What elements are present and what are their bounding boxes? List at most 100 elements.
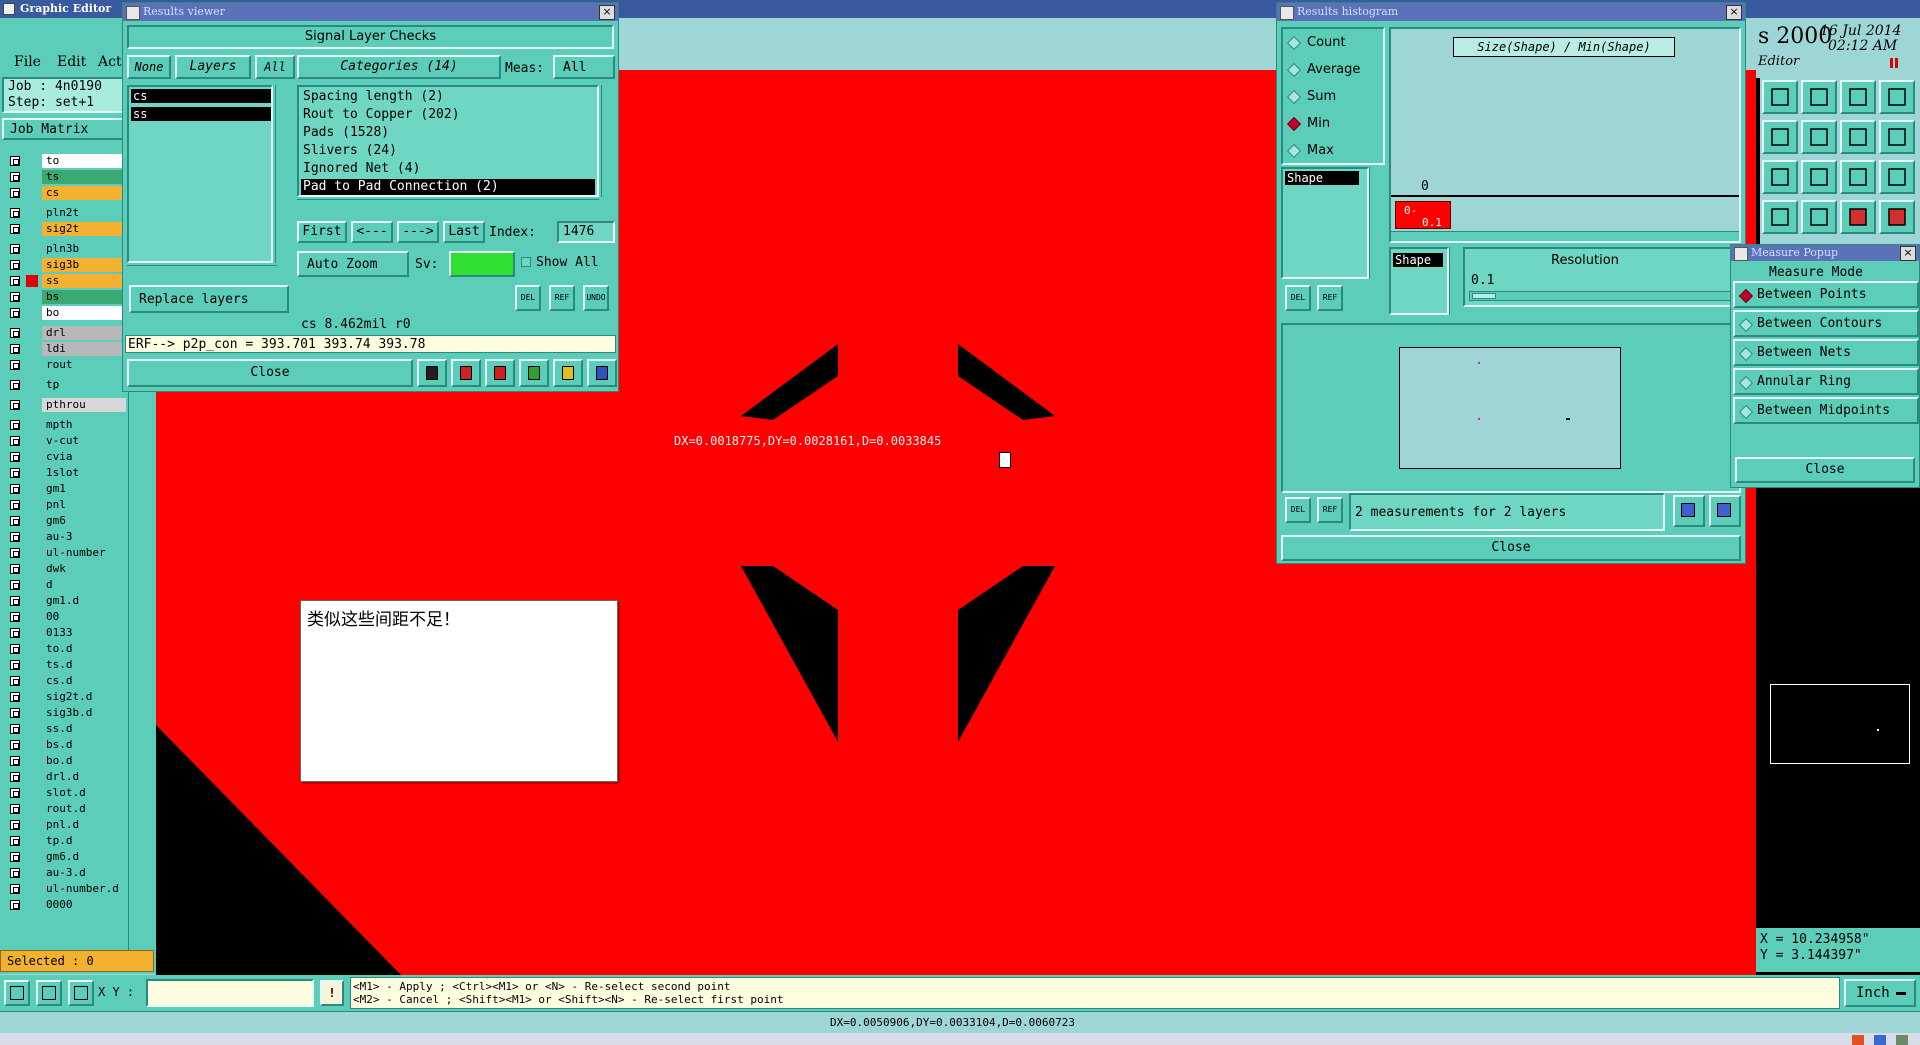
measure-close-button[interactable]: Close [1735, 457, 1915, 483]
histogram-mode-option[interactable]: Min [1286, 116, 1330, 134]
hist-del-button[interactable]: DEL [1285, 285, 1311, 311]
histogram-mode-option[interactable]: Sum [1286, 89, 1336, 107]
categories-hscroll[interactable] [297, 199, 599, 211]
layer-row[interactable]: to.d [4, 642, 126, 656]
layer-row[interactable]: 1slot [4, 466, 126, 480]
layer-name[interactable]: gm1 [42, 482, 126, 496]
layer-name[interactable]: drl [42, 326, 126, 340]
layer-blue-button[interactable] [1879, 200, 1915, 234]
close-icon[interactable]: × [1726, 5, 1742, 20]
snap-button[interactable] [4, 980, 30, 1006]
layer-row[interactable]: ldi [4, 342, 126, 356]
layer-row[interactable]: sig2t [4, 222, 126, 236]
radio-icon[interactable] [1738, 346, 1754, 362]
layer-results-list[interactable]: cs ss [127, 85, 273, 263]
job-matrix-button[interactable]: Job Matrix [2, 118, 126, 140]
layer-name[interactable]: to [42, 154, 126, 168]
layer-name[interactable]: ss.d [42, 722, 126, 736]
layer-red-button[interactable] [1840, 200, 1876, 234]
radio-icon[interactable] [1286, 62, 1302, 77]
layer-row[interactable]: ts.d [4, 658, 126, 672]
prev-button[interactable]: <--- [351, 221, 393, 243]
layer-checkbox[interactable] [10, 868, 20, 878]
layer-name[interactable]: tp.d [42, 834, 126, 848]
layers-tab[interactable]: Layers [175, 55, 251, 79]
layer-checkbox[interactable] [10, 836, 20, 846]
category-item[interactable]: Rout to Copper (202) [301, 107, 595, 123]
redraw-button[interactable] [1879, 120, 1915, 154]
shape-list[interactable]: Shape [1281, 167, 1369, 279]
close-icon[interactable]: × [599, 5, 615, 20]
layer-row[interactable]: drl [4, 326, 126, 340]
center-button[interactable] [1801, 160, 1837, 194]
layer-name[interactable]: bs.d [42, 738, 126, 752]
radio-icon[interactable] [1286, 89, 1302, 104]
layer-name[interactable]: dwk [42, 562, 126, 576]
pan-left-button[interactable] [1762, 120, 1798, 154]
preview-del-button[interactable]: DEL [1285, 497, 1311, 523]
layer-checkbox[interactable] [10, 548, 20, 558]
layer-name[interactable]: 00 [42, 610, 126, 624]
layer-checkbox[interactable] [10, 172, 20, 182]
layer-checkbox[interactable] [10, 452, 20, 462]
layer-checkbox[interactable] [10, 532, 20, 542]
layer-row[interactable]: cvia [4, 450, 126, 464]
layer-name[interactable]: 1slot [42, 466, 126, 480]
layer-name[interactable]: to.d [42, 642, 126, 656]
export-button[interactable] [1673, 495, 1705, 527]
layer-checkbox[interactable] [10, 596, 20, 606]
categories-list[interactable]: Spacing length (2) Rout to Copper (202) Pa… [297, 85, 599, 197]
layer-name[interactable]: sig3b [42, 258, 126, 272]
layer-row[interactable]: gm6 [4, 514, 126, 528]
layer-name[interactable]: tp [42, 378, 126, 392]
xy-input[interactable] [146, 979, 314, 1007]
clear-button[interactable] [485, 359, 515, 387]
layer-name[interactable]: pln2t [42, 206, 126, 220]
first-button[interactable]: First [297, 221, 347, 243]
layer-name[interactable]: ss [42, 274, 126, 288]
categories-tab[interactable]: Categories (14) [297, 55, 501, 79]
layer-name[interactable]: ts.d [42, 658, 126, 672]
sv-color-dropdown[interactable] [449, 251, 515, 277]
layer-row[interactable]: tp.d [4, 834, 126, 848]
layer-name[interactable]: sig2t.d [42, 690, 126, 704]
layer-checkbox[interactable] [10, 468, 20, 478]
layer-row[interactable]: bs.d [4, 738, 126, 752]
resolution-list-scroll[interactable] [1449, 247, 1461, 315]
shape-list-scroll[interactable] [1369, 167, 1383, 279]
zoom-out-button[interactable] [1801, 80, 1837, 114]
layer-row[interactable]: cs [4, 186, 126, 200]
layer-checkbox[interactable] [10, 400, 20, 410]
grid-button[interactable] [1801, 200, 1837, 234]
show-all-checkbox[interactable] [521, 257, 531, 267]
resolution-slider-thumb[interactable] [1472, 293, 1496, 299]
layer-checkbox[interactable] [10, 360, 20, 370]
radio-icon[interactable] [1738, 288, 1754, 304]
layer-row[interactable]: pthrou [4, 398, 126, 412]
category-item[interactable]: Pad to Pad Connection (2) [301, 179, 595, 195]
layer-name[interactable]: pthrou [42, 398, 126, 412]
radio-icon[interactable] [1738, 375, 1754, 391]
layer-name[interactable]: ul-number.d [42, 882, 126, 896]
histogram-button[interactable] [417, 359, 447, 387]
radio-icon[interactable] [1286, 35, 1302, 50]
radio-icon[interactable] [1286, 116, 1302, 131]
measure-mode-option[interactable]: Between Midpoints [1733, 397, 1919, 424]
radio-icon[interactable] [1738, 404, 1754, 420]
layer-name[interactable]: gm6 [42, 514, 126, 528]
layer-row[interactable]: sig2t.d [4, 690, 126, 704]
layer-checkbox[interactable] [10, 676, 20, 686]
resolution-shape-item[interactable]: Shape [1393, 253, 1443, 267]
layer-name[interactable]: sig2t [42, 222, 126, 236]
layer-item-cs[interactable]: cs [131, 89, 271, 103]
layer-checkbox[interactable] [10, 344, 20, 354]
layer-row[interactable]: gm1.d [4, 594, 126, 608]
layer-name[interactable]: rout.d [42, 802, 126, 816]
layer-list-hscroll[interactable] [127, 265, 277, 277]
layer-row[interactable]: ss [4, 274, 126, 288]
units-dropdown[interactable]: Inch [1844, 979, 1916, 1007]
measure-mode-option[interactable]: Between Points [1733, 281, 1919, 308]
layer-row[interactable]: pln3b [4, 242, 126, 256]
layer-checkbox[interactable] [10, 516, 20, 526]
mini-map[interactable] [1770, 684, 1910, 764]
